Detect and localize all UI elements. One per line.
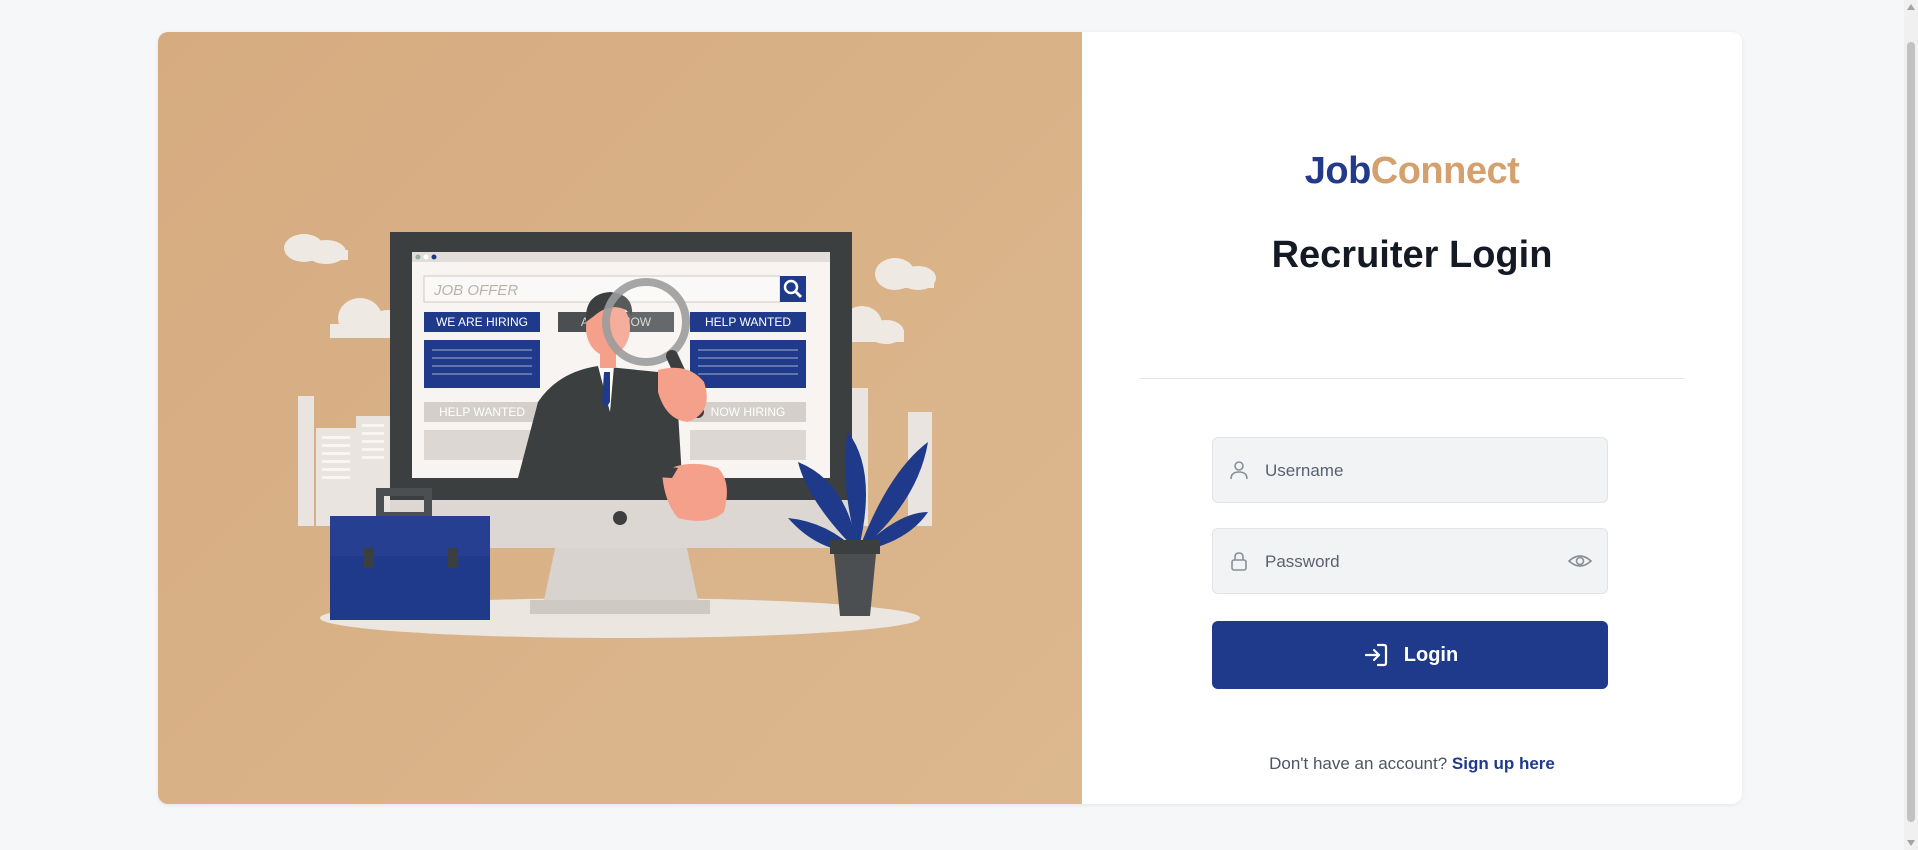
user-icon — [1227, 458, 1251, 482]
login-button[interactable]: Login — [1212, 621, 1608, 689]
login-panel: JobConnect Recruiter Login Username Logi… — [1082, 32, 1742, 804]
scrollbar-thumb[interactable] — [1907, 42, 1915, 822]
scroll-up-arrow-icon[interactable] — [1907, 4, 1915, 10]
job-search-illustration: JOB OFFER WE ARE HIRING APPLY NOW HELP W… — [284, 232, 936, 638]
illustration-tag-3: HELP WANTED — [705, 315, 791, 329]
sign-in-icon — [1364, 643, 1387, 667]
signup-prompt: Don't have an account? Sign up here — [1082, 754, 1742, 774]
brand-logo-part1: Job — [1304, 150, 1372, 192]
password-field — [1212, 528, 1608, 595]
divider — [1140, 378, 1684, 379]
username-field — [1212, 437, 1608, 504]
page-title: Recruiter Login — [1271, 234, 1553, 276]
illustration-tag-5: NOW HIRING — [711, 405, 786, 419]
illustration-search-text: JOB OFFER — [433, 282, 518, 299]
brand-logo-part2: Connect — [1370, 150, 1520, 192]
eye-icon[interactable] — [1567, 549, 1593, 573]
username-input[interactable] — [1263, 438, 1567, 504]
signup-prompt-text: Don't have an account? — [1269, 754, 1448, 773]
login-card: JOB OFFER WE ARE HIRING APPLY NOW HELP W… — [158, 32, 1742, 804]
illustration-tag-4: HELP WANTED — [439, 405, 525, 419]
illustration-tag-1: WE ARE HIRING — [436, 315, 528, 329]
page-scrollbar[interactable] — [1904, 0, 1918, 850]
brand-logo: JobConnect — [1082, 150, 1742, 193]
scroll-down-arrow-icon[interactable] — [1907, 840, 1915, 846]
lock-icon — [1227, 549, 1251, 573]
login-button-label: Login — [1403, 643, 1459, 666]
hero-illustration-panel: JOB OFFER WE ARE HIRING APPLY NOW HELP W… — [158, 32, 1082, 804]
password-input[interactable] — [1263, 529, 1567, 595]
signup-link[interactable]: Sign up here — [1452, 754, 1555, 773]
